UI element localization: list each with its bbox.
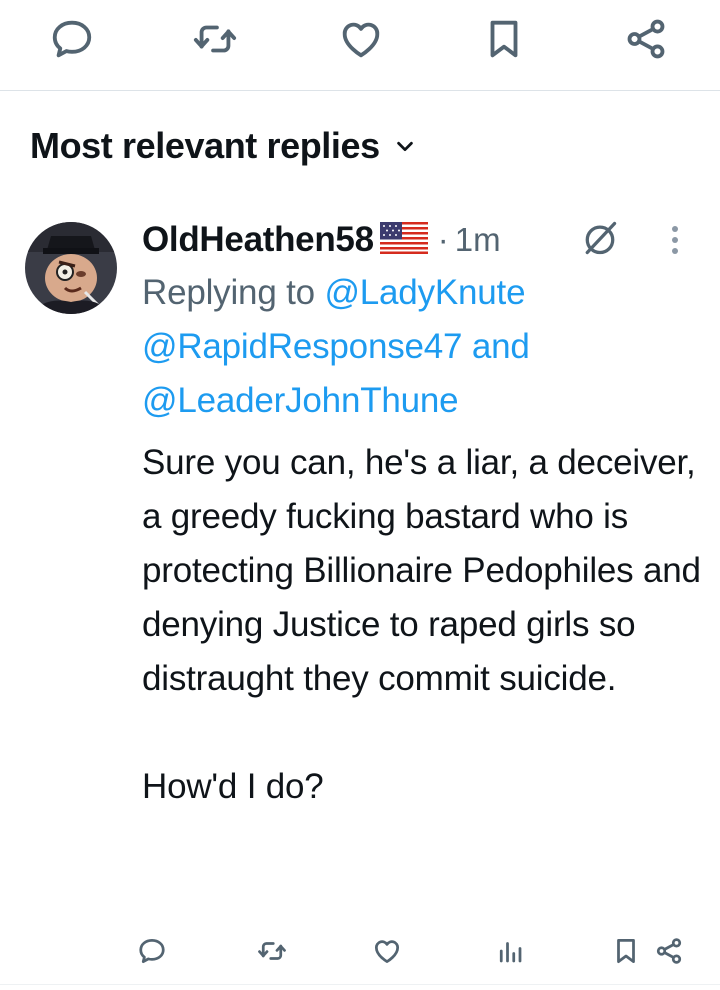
bookmark-icon[interactable] [611, 936, 641, 966]
mention-link[interactable]: @LadyKnute [324, 273, 525, 312]
reply-timestamp[interactable]: 1m [455, 221, 501, 259]
more-options-icon[interactable] [660, 220, 690, 260]
divider [0, 984, 720, 985]
mention-link[interactable]: @RapidResponse47 [142, 327, 463, 366]
reply-action-bar [0, 928, 720, 972]
replies-sort-label: Most relevant replies [30, 125, 380, 166]
reply-text: Sure you can, he's a liar, a deceiver, a… [142, 436, 702, 814]
separator-dot: · [437, 221, 449, 258]
replying-prefix: Replying to [142, 273, 315, 312]
mention-joiner: and [471, 327, 530, 366]
author-name[interactable]: OldHeathen58 [142, 220, 374, 260]
mention-link[interactable]: @LeaderJohnThune [142, 381, 459, 420]
avatar[interactable] [25, 222, 117, 314]
bookmark-icon[interactable] [481, 16, 527, 62]
views-icon[interactable] [495, 936, 525, 966]
reply-header: OldHeathen58 · 1m [142, 216, 501, 264]
retweet-icon[interactable] [192, 16, 238, 62]
share-icon[interactable] [623, 16, 669, 62]
grok-icon[interactable] [578, 218, 622, 258]
retweet-icon[interactable] [257, 936, 287, 966]
like-icon[interactable] [372, 936, 402, 966]
share-icon[interactable] [654, 936, 684, 966]
replying-to: Replying to @LadyKnute @RapidResponse47 … [142, 266, 702, 428]
reply-text-paragraph: Sure you can, he's a liar, a deceiver, a… [142, 443, 701, 698]
reply-icon[interactable] [137, 936, 167, 966]
reply-text-paragraph: How'd I do? [142, 767, 324, 806]
reply-icon[interactable] [49, 16, 95, 62]
chevron-down-icon [394, 135, 416, 157]
like-icon[interactable] [338, 16, 384, 62]
tweet-action-bar [0, 0, 720, 91]
us-flag-icon [379, 221, 428, 259]
replies-sort-dropdown[interactable]: Most relevant replies [30, 124, 416, 168]
